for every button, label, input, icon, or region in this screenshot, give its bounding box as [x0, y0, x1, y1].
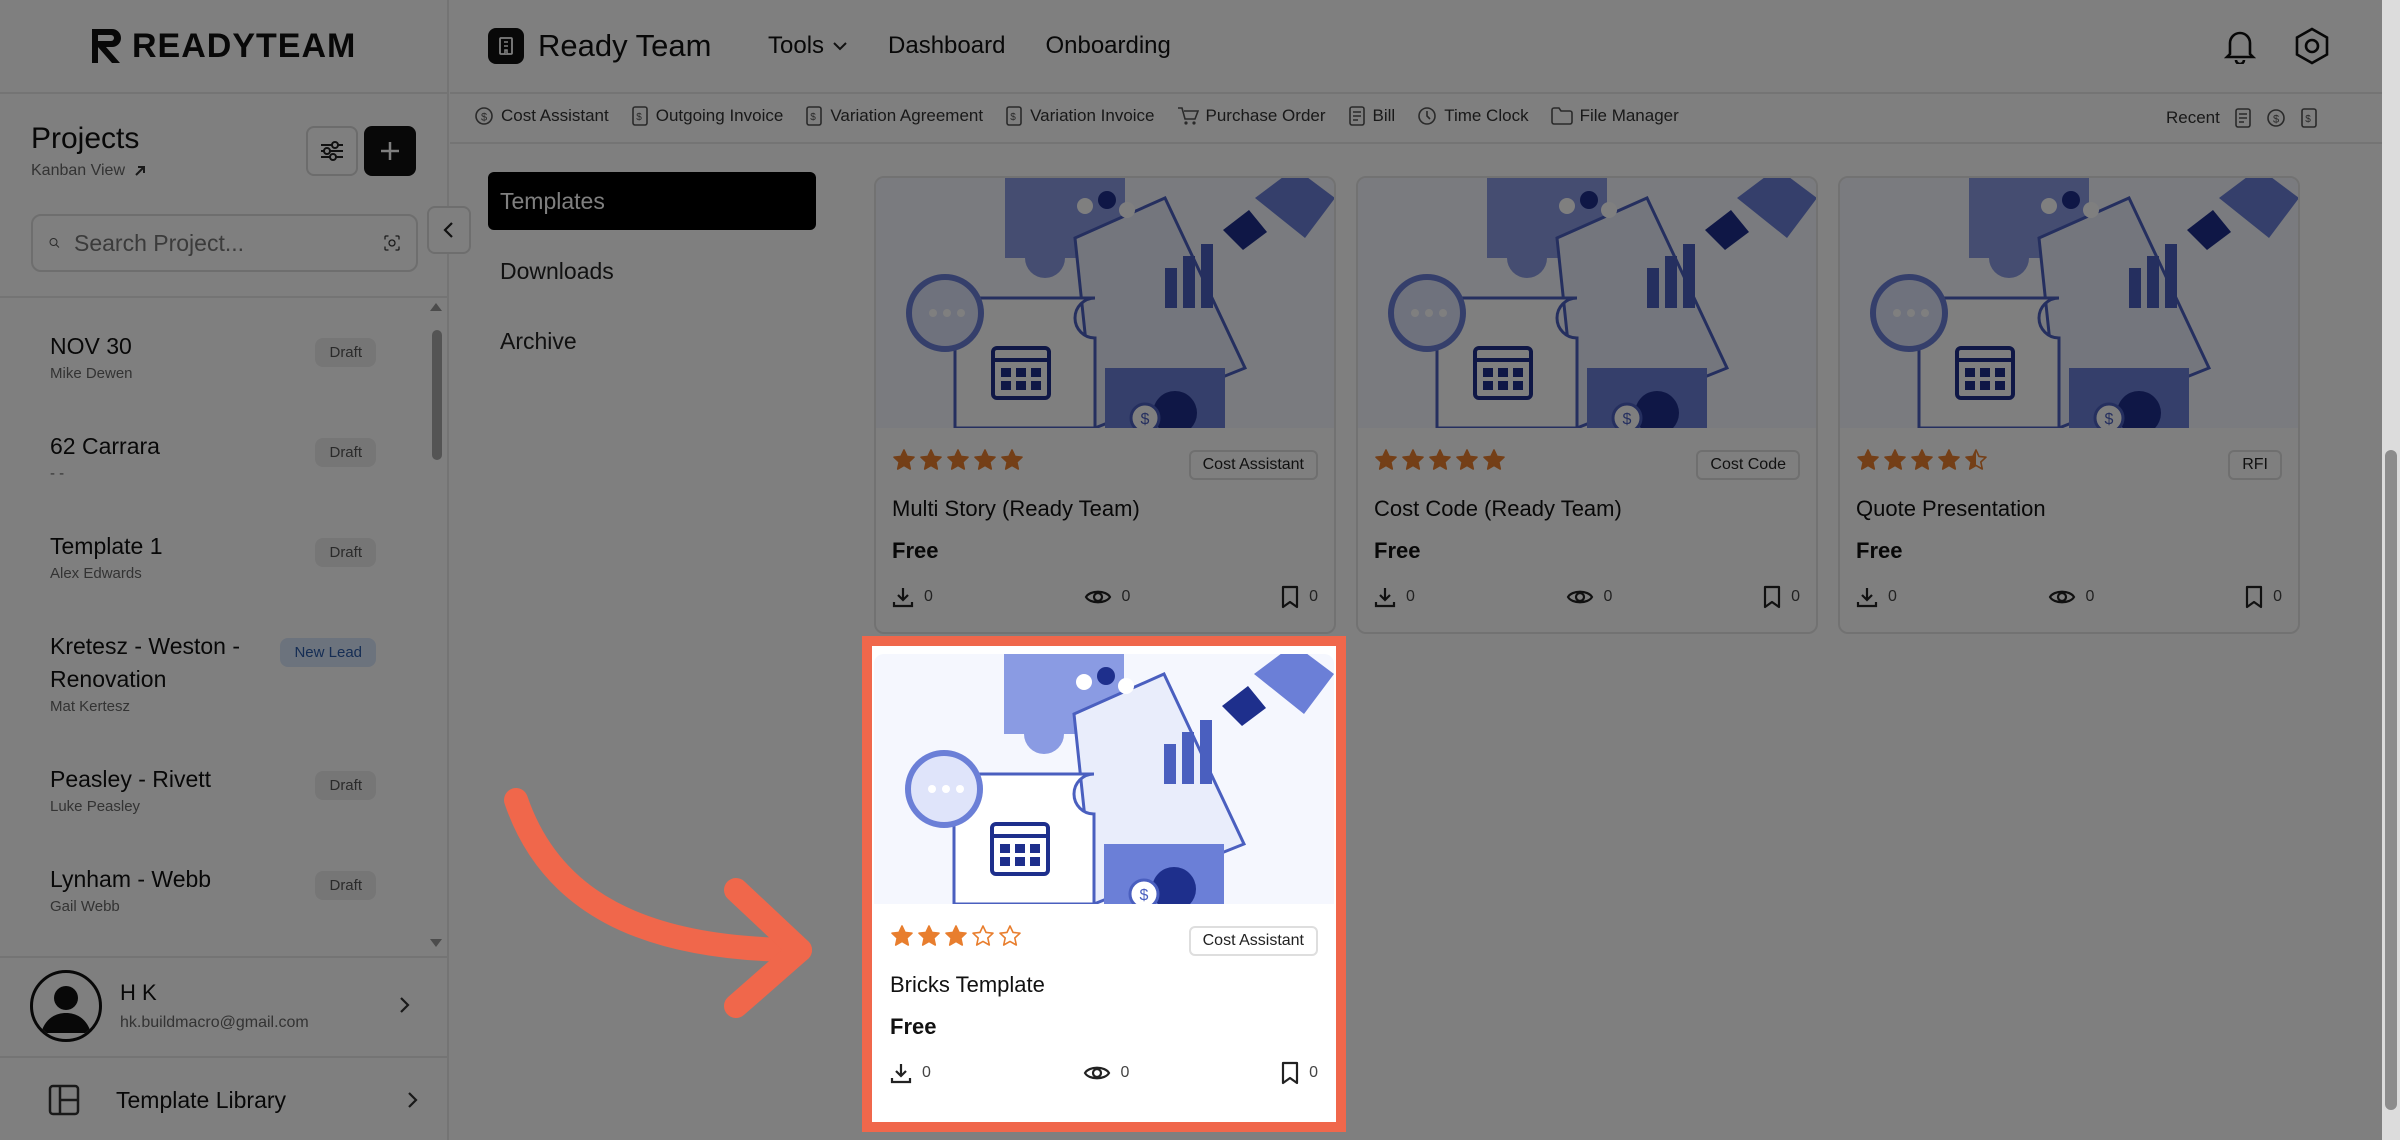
highlight-frame — [862, 636, 1346, 1132]
page-scrollbar[interactable] — [2382, 0, 2400, 1140]
pointer-arrow-icon — [504, 788, 812, 1018]
page-scrollbar-thumb[interactable] — [2385, 450, 2397, 1110]
